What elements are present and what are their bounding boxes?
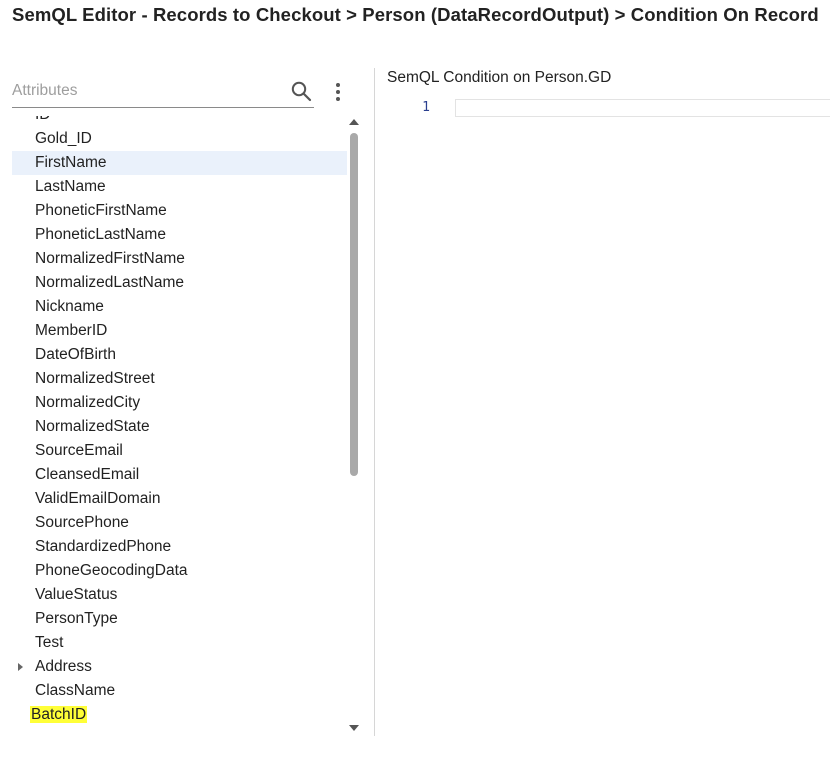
- attribute-item-label: NormalizedStreet: [35, 370, 155, 387]
- code-editor-line[interactable]: [455, 99, 830, 117]
- attribute-item-label: PhoneGeocodingData: [35, 562, 188, 579]
- attribute-item-label: NormalizedLastName: [35, 274, 185, 291]
- attribute-item[interactable]: PhoneticLastName: [12, 223, 347, 247]
- attribute-item-label: PersonType: [35, 610, 118, 627]
- window-title: SemQL Editor - Records to Checkout > Per…: [12, 4, 819, 25]
- attribute-item[interactable]: SourceEmail: [12, 439, 347, 463]
- line-number: 1: [422, 100, 430, 115]
- attribute-item-label: FirstName: [35, 154, 107, 171]
- more-vertical-icon[interactable]: [330, 82, 346, 104]
- attribute-item-label: ClassName: [35, 682, 116, 699]
- attribute-item[interactable]: Test: [12, 631, 347, 655]
- attribute-item-label: SourcePhone: [35, 514, 129, 531]
- attribute-item[interactable]: PersonType: [12, 607, 347, 631]
- attribute-item[interactable]: ID: [12, 116, 347, 127]
- panel-divider[interactable]: [374, 68, 375, 736]
- attribute-item-label: Gold_ID: [35, 130, 92, 147]
- attribute-item[interactable]: NormalizedFirstName: [12, 247, 347, 271]
- search-icon[interactable]: [290, 80, 312, 102]
- attribute-item-label: Test: [35, 634, 64, 651]
- attribute-item[interactable]: NormalizedLastName: [12, 271, 347, 295]
- attribute-item[interactable]: Gold_ID: [12, 127, 347, 151]
- attribute-item-label: LastName: [35, 178, 106, 195]
- attribute-item[interactable]: NormalizedStreet: [12, 367, 347, 391]
- attribute-item[interactable]: PhoneticFirstName: [12, 199, 347, 223]
- attribute-item-label: PhoneticLastName: [35, 226, 166, 243]
- attribute-item-label: ValueStatus: [35, 586, 118, 603]
- attributes-list: ID Gold_ID FirstName LastName PhoneticFirstN…: [0, 116, 347, 740]
- attribute-item-label: ID: [35, 116, 51, 127]
- scrollbar-thumb[interactable]: [350, 133, 358, 476]
- attributes-search-input[interactable]: [12, 78, 272, 104]
- editor-title: SemQL Condition on Person.GD: [387, 69, 612, 86]
- attribute-item-label: Address: [35, 658, 92, 675]
- attribute-item[interactable]: NormalizedCity: [12, 391, 347, 415]
- attribute-item[interactable]: PhoneGeocodingData: [12, 559, 347, 583]
- attribute-item[interactable]: FirstName: [12, 151, 347, 175]
- attribute-item-label: MemberID: [35, 322, 108, 339]
- attribute-item[interactable]: ValidEmailDomain: [12, 487, 347, 511]
- attribute-item-label: BatchID: [30, 703, 88, 727]
- attribute-item[interactable]: NormalizedState: [12, 415, 347, 439]
- attribute-item[interactable]: BatchID: [12, 703, 347, 727]
- scroll-up-arrow-icon[interactable]: [349, 119, 359, 125]
- attribute-item-label: ValidEmailDomain: [35, 490, 161, 507]
- attribute-item-label: PhoneticFirstName: [35, 202, 167, 219]
- attribute-item[interactable]: StandardizedPhone: [12, 535, 347, 559]
- attribute-item-label: NormalizedCity: [35, 394, 141, 411]
- attributes-search: [12, 78, 314, 108]
- scroll-down-arrow-icon[interactable]: [349, 725, 359, 731]
- attribute-item[interactable]: ValueStatus: [12, 583, 347, 607]
- attribute-item[interactable]: SourcePhone: [12, 511, 347, 535]
- attribute-item[interactable]: DateOfBirth: [12, 343, 347, 367]
- attribute-item-label: DateOfBirth: [35, 346, 116, 363]
- attribute-item[interactable]: Address: [12, 655, 347, 679]
- attribute-item-label: CleansedEmail: [35, 466, 140, 483]
- attribute-item[interactable]: MemberID: [12, 319, 347, 343]
- attribute-item-label: NormalizedState: [35, 418, 150, 435]
- attribute-item-label: SourceEmail: [35, 442, 123, 459]
- attribute-item-label: Nickname: [35, 298, 104, 315]
- search-highlight: BatchID: [30, 706, 88, 723]
- attribute-item[interactable]: LastName: [12, 175, 347, 199]
- attribute-item[interactable]: Nickname: [12, 295, 347, 319]
- expand-arrow-icon[interactable]: [18, 663, 23, 671]
- attribute-item[interactable]: CleansedEmail: [12, 463, 347, 487]
- attribute-item-label: NormalizedFirstName: [35, 250, 185, 267]
- attribute-item[interactable]: ClassName: [12, 679, 347, 703]
- attribute-item-label: StandardizedPhone: [35, 538, 172, 555]
